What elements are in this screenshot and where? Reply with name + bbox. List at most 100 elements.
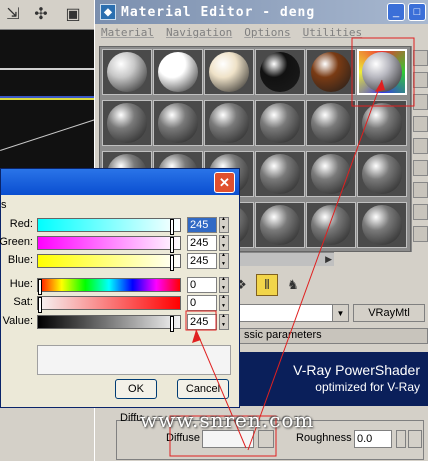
close-icon[interactable]: ✕ xyxy=(214,172,235,193)
material-slot[interactable] xyxy=(255,49,305,95)
material-editor-titlebar[interactable]: ◆ Material Editor - deng _ □ xyxy=(95,0,428,24)
viewport-grid-line xyxy=(0,68,96,70)
material-slot[interactable] xyxy=(357,49,407,95)
color-row-label: Hue: xyxy=(9,278,33,290)
go-forward-sibling-icon[interactable]: ♞ xyxy=(282,274,304,296)
sample-sphere xyxy=(107,103,147,143)
color-slider[interactable] xyxy=(37,296,181,313)
video-check-button[interactable] xyxy=(413,138,428,154)
background-button[interactable] xyxy=(413,94,428,110)
scroll-right-icon[interactable]: ▶ xyxy=(325,254,332,265)
material-name-dropdown[interactable]: ▼ xyxy=(237,304,349,322)
material-slot[interactable] xyxy=(306,151,356,197)
color-slider[interactable] xyxy=(37,278,181,295)
color-row-label: Value: xyxy=(2,315,33,327)
slider-thumb[interactable] xyxy=(170,255,175,271)
backlight-button[interactable] xyxy=(413,72,428,88)
sample-sphere xyxy=(209,103,249,143)
menu-navigation[interactable]: Navigation xyxy=(166,26,232,44)
color-value-input[interactable]: 245 xyxy=(187,253,217,269)
material-slot[interactable] xyxy=(255,100,305,146)
material-name-row: ▼ VRayMtl xyxy=(237,302,427,324)
color-row-label: Blue: xyxy=(7,254,33,266)
roughness-map-button[interactable] xyxy=(408,430,422,448)
banner-title: V-Ray PowerShader xyxy=(293,362,420,378)
color-row-label: Sat: xyxy=(13,296,33,308)
color-dialog-titlebar[interactable]: ✕ xyxy=(1,169,239,195)
color-value-spinner[interactable] xyxy=(219,276,229,293)
maximize-button[interactable]: □ xyxy=(408,3,426,21)
roughness-input[interactable]: 0.0 xyxy=(354,430,392,448)
color-value-input[interactable]: 0 xyxy=(187,277,217,293)
color-row-hue: Hue: 0 xyxy=(1,276,239,295)
sample-sphere xyxy=(311,205,351,245)
select-by-material-button[interactable] xyxy=(413,204,428,220)
color-value-input[interactable]: 245 xyxy=(187,235,217,251)
material-slot[interactable] xyxy=(102,49,152,95)
menu-options[interactable]: Options xyxy=(244,26,290,44)
material-slot[interactable] xyxy=(357,100,407,146)
color-slider[interactable] xyxy=(37,254,181,271)
sample-sphere xyxy=(311,52,351,92)
sample-sphere xyxy=(158,52,198,92)
box-tool-icon[interactable]: ▣ xyxy=(62,3,84,25)
diffuse-color-swatch[interactable] xyxy=(202,430,254,448)
menu-material[interactable]: Material xyxy=(101,26,154,44)
select-tool-icon[interactable]: ⇲ xyxy=(2,3,24,25)
material-slot[interactable] xyxy=(153,100,203,146)
material-slot[interactable] xyxy=(306,202,356,248)
color-row-sat: Sat: 0 xyxy=(1,294,239,313)
material-slot[interactable] xyxy=(255,151,305,197)
color-row-label: Green: xyxy=(0,236,33,248)
material-slot[interactable] xyxy=(255,202,305,248)
sample-type-button[interactable] xyxy=(413,50,428,66)
move-tool-icon[interactable]: ✣ xyxy=(30,3,52,25)
material-slot[interactable] xyxy=(204,100,254,146)
slider-thumb[interactable] xyxy=(170,219,175,235)
color-value-spinner[interactable] xyxy=(219,234,229,251)
color-value-spinner[interactable] xyxy=(219,216,229,233)
material-slot[interactable] xyxy=(153,49,203,95)
cancel-button[interactable]: Cancel xyxy=(177,379,229,399)
slider-thumb[interactable] xyxy=(38,279,42,295)
material-slot[interactable] xyxy=(306,49,356,95)
basic-parameters-rollout[interactable]: ssic parameters xyxy=(237,328,428,344)
minimize-button[interactable]: _ xyxy=(387,3,405,21)
side-toolbar xyxy=(411,46,428,252)
menu-utilities[interactable]: Utilities xyxy=(303,26,363,44)
make-preview-button[interactable] xyxy=(413,160,428,176)
slider-thumb[interactable] xyxy=(38,297,42,313)
slider-thumb[interactable] xyxy=(170,237,175,253)
material-slot[interactable] xyxy=(357,202,407,248)
uv-tiling-button[interactable] xyxy=(413,116,428,132)
chevron-down-icon[interactable]: ▼ xyxy=(332,305,348,321)
material-navigator-button[interactable] xyxy=(413,226,428,242)
material-slot[interactable] xyxy=(102,100,152,146)
color-value-input[interactable]: 0 xyxy=(187,295,217,311)
sample-sphere xyxy=(362,154,402,194)
material-slot[interactable] xyxy=(306,100,356,146)
app-icon: ◆ xyxy=(100,4,116,20)
material-slot[interactable] xyxy=(204,49,254,95)
ok-button[interactable]: OK xyxy=(115,379,157,399)
color-slider[interactable] xyxy=(37,236,181,253)
color-value-spinner[interactable] xyxy=(219,252,229,269)
material-type-button[interactable]: VRayMtl xyxy=(353,304,425,322)
sample-sphere xyxy=(260,52,300,92)
color-selector-dialog: ✕ s Red: 245 Green: 245 Blue: 245 Hue: 0 Sat: 0 Va… xyxy=(0,168,240,408)
menu-bar: Material Navigation Options Utilities xyxy=(95,26,428,44)
section-label: s xyxy=(1,199,7,211)
color-slider[interactable] xyxy=(37,218,181,235)
diffuse-map-button[interactable] xyxy=(258,430,274,448)
color-value-input[interactable]: 245 xyxy=(187,314,217,330)
color-value-input[interactable]: 245 xyxy=(187,217,217,233)
slider-thumb[interactable] xyxy=(170,316,175,332)
go-to-parent-icon[interactable]: ⦀ xyxy=(256,274,278,296)
viewport[interactable] xyxy=(0,30,96,180)
color-value-spinner[interactable] xyxy=(219,294,229,311)
options-button[interactable] xyxy=(413,182,428,198)
material-slot[interactable] xyxy=(357,151,407,197)
roughness-spinner[interactable] xyxy=(396,430,406,448)
color-slider[interactable] xyxy=(37,315,181,332)
color-value-spinner[interactable] xyxy=(219,313,229,330)
